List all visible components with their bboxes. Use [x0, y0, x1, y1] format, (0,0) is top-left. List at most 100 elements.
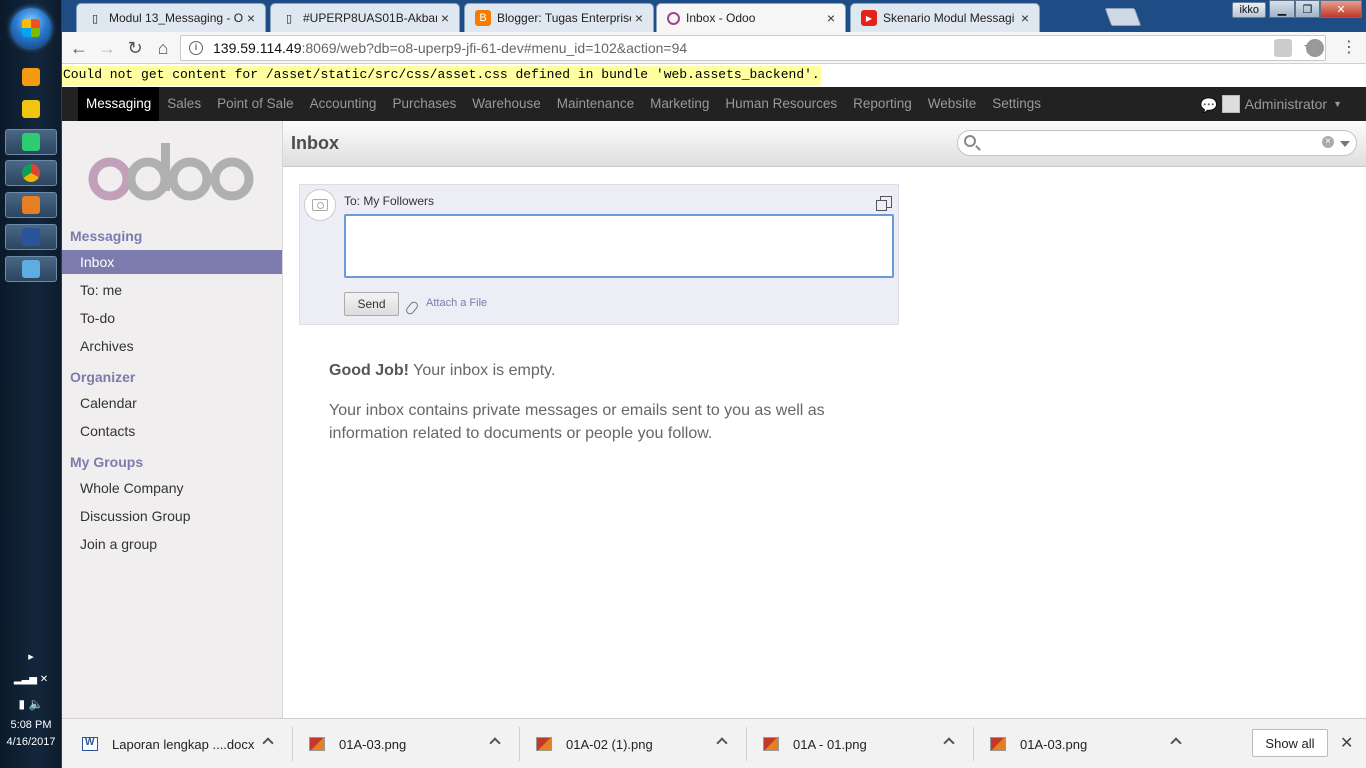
menu-purchases[interactable]: Purchases — [384, 87, 464, 121]
user-menu[interactable]: Administrator ▼ — [1221, 87, 1342, 121]
taskbar-app-word[interactable] — [5, 224, 57, 250]
avatar — [304, 189, 336, 221]
maximize-button[interactable]: ❐ — [1295, 0, 1320, 18]
media-player-icon — [22, 68, 40, 86]
download-item[interactable]: 01A - 01.png — [763, 719, 943, 768]
sidebar-item-calendar[interactable]: Calendar — [62, 391, 282, 415]
close-window-button[interactable]: ✕ — [1320, 0, 1362, 18]
chevron-up-icon[interactable] — [262, 737, 274, 749]
download-filename: Laporan lengkap ....docx — [112, 736, 255, 752]
pdf-extension-icon[interactable] — [1274, 39, 1292, 57]
chevron-up-icon[interactable] — [1170, 737, 1182, 749]
tab-blogger[interactable]: B Blogger: Tugas Enterprise × — [464, 3, 654, 32]
start-button[interactable] — [11, 8, 51, 48]
message-textarea[interactable] — [344, 214, 894, 278]
chevron-up-icon[interactable] — [716, 737, 728, 749]
download-item[interactable]: Laporan lengkap ....docx — [82, 719, 262, 768]
composer-recipients: To: My Followers — [344, 194, 435, 208]
back-button[interactable]: ← — [68, 37, 90, 59]
tray-expand-icon[interactable]: ▸ — [0, 650, 62, 663]
tab-title: Skenario Modul Messagi — [883, 11, 1015, 25]
menu-accounting[interactable]: Accounting — [302, 87, 385, 121]
expand-composer-icon[interactable] — [876, 196, 892, 211]
show-all-button[interactable]: Show all — [1252, 729, 1328, 757]
address-bar[interactable]: i 139.59.114.49:8069/web?db=o8-uperp9-jf… — [180, 35, 1326, 61]
taskbar-app-messenger[interactable] — [5, 129, 57, 155]
caret-down-icon: ▼ — [1333, 99, 1342, 109]
windows-taskbar: ▸ ▂▃▅ ✕ ▮ 🔈 5:08 PM 4/16/2017 — [0, 0, 62, 768]
sidebar-item-to-do[interactable]: To-do — [62, 306, 282, 330]
browser-menu-icon[interactable]: ⋮ — [1338, 37, 1360, 59]
menu-maintenance[interactable]: Maintenance — [549, 87, 642, 121]
taskbar-app-paint[interactable] — [5, 256, 57, 282]
empty-inbox-detail: Your inbox contains private messages or … — [329, 402, 825, 442]
sidebar-item-archives[interactable]: Archives — [62, 334, 282, 358]
close-icon[interactable]: ✕ — [1340, 733, 1353, 753]
extension-icon[interactable] — [1306, 39, 1324, 57]
attach-file-link[interactable]: Attach a File — [426, 297, 487, 309]
empty-inbox-strong: Good Job! — [329, 362, 409, 379]
download-item[interactable]: 01A-03.png — [990, 719, 1170, 768]
close-tab-icon[interactable]: × — [1017, 10, 1033, 26]
menu-sales[interactable]: Sales — [159, 87, 209, 121]
taskbar-app-package[interactable] — [5, 192, 57, 218]
chevron-up-icon[interactable] — [943, 737, 955, 749]
close-tab-icon[interactable]: × — [437, 10, 453, 26]
image-file-icon — [536, 737, 552, 751]
odoo-logo[interactable] — [86, 141, 256, 203]
sidebar-item-discussion-group[interactable]: Discussion Group — [62, 504, 282, 528]
taskbar-app-chrome[interactable] — [5, 160, 57, 186]
sidebar-item-join-group[interactable]: Join a group — [62, 532, 282, 556]
tab-inbox-odoo[interactable]: Inbox - Odoo × — [656, 3, 846, 32]
clock-date[interactable]: 4/16/2017 — [0, 736, 62, 748]
tab-modul-messaging[interactable]: ▯ Modul 13_Messaging - O × — [76, 3, 266, 32]
sidebar-item-inbox[interactable]: Inbox — [62, 250, 282, 274]
clear-search-icon[interactable]: × — [1322, 136, 1334, 148]
tray-network-icon[interactable]: ▂▃▅ ✕ — [0, 674, 62, 685]
search-icon — [964, 135, 976, 147]
menu-marketing[interactable]: Marketing — [642, 87, 717, 121]
new-tab-button[interactable] — [1104, 8, 1142, 26]
taskbar-app-media-player[interactable] — [5, 64, 57, 90]
url-host: 139.59.114.49 — [213, 40, 302, 56]
paperclip-icon[interactable] — [404, 300, 420, 316]
user-name: Administrator — [1244, 96, 1328, 112]
sidebar-item-contacts[interactable]: Contacts — [62, 419, 282, 443]
send-button[interactable]: Send — [344, 292, 399, 316]
download-item[interactable]: 01A-03.png — [309, 719, 489, 768]
word-file-icon — [82, 737, 98, 751]
menu-messaging[interactable]: Messaging — [78, 87, 160, 121]
home-button[interactable]: ⌂ — [152, 37, 174, 59]
menu-warehouse[interactable]: Warehouse — [464, 87, 549, 121]
chat-icon[interactable]: 💬 — [1200, 97, 1217, 113]
chevron-up-icon[interactable] — [489, 737, 501, 749]
menu-point-of-sale[interactable]: Point of Sale — [209, 87, 302, 121]
image-file-icon — [763, 737, 779, 751]
site-info-icon[interactable]: i — [189, 41, 203, 55]
taskbar-app-explorer[interactable] — [5, 96, 57, 122]
menu-reporting[interactable]: Reporting — [845, 87, 920, 121]
close-tab-icon[interactable]: × — [823, 10, 839, 26]
menu-human-resources[interactable]: Human Resources — [717, 87, 845, 121]
word-icon — [22, 228, 40, 246]
menu-settings[interactable]: Settings — [984, 87, 1049, 121]
reload-button[interactable]: ↻ — [124, 37, 146, 59]
download-item[interactable]: 01A-02 (1).png — [536, 719, 716, 768]
menu-website[interactable]: Website — [920, 87, 985, 121]
tab-uperp[interactable]: ▯ #UPERP8UAS01B-Akbar × — [270, 3, 460, 32]
close-tab-icon[interactable]: × — [243, 10, 259, 26]
tray-volume-icon[interactable]: ▮ 🔈 — [0, 697, 62, 711]
sidebar-item-whole-company[interactable]: Whole Company — [62, 476, 282, 500]
tab-title: #UPERP8UAS01B-Akbar — [303, 11, 437, 25]
download-filename: 01A-03.png — [339, 736, 407, 752]
profile-badge[interactable]: ikko — [1232, 2, 1266, 18]
minimize-button[interactable]: ▁ — [1269, 0, 1295, 18]
close-tab-icon[interactable]: × — [631, 10, 647, 26]
search-input[interactable]: × — [957, 130, 1357, 156]
tab-skenario[interactable]: ▶ Skenario Modul Messagi × — [850, 3, 1040, 32]
clock-time[interactable]: 5:08 PM — [0, 719, 62, 731]
paint-icon — [22, 260, 40, 278]
sidebar-item-to-me[interactable]: To: me — [62, 278, 282, 302]
search-options-dropdown-icon[interactable] — [1340, 141, 1350, 147]
forward-button[interactable]: → — [96, 37, 118, 59]
